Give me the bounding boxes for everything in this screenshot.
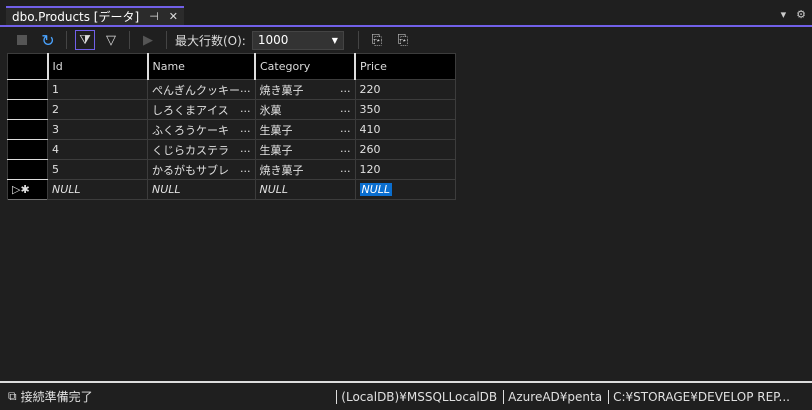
cell-id[interactable]: NULL [47,179,148,200]
cell-name[interactable]: NULL [147,179,256,200]
corner-header[interactable] [7,53,49,80]
table-row[interactable]: 5 かるがもサブレ... 焼き菓子... 120 [7,159,456,180]
cell-price[interactable]: 410 [354,119,456,140]
separator [129,31,130,49]
ellipsis-button[interactable]: ... [240,102,251,118]
cell-name-text: ぺんぎんクッキー [152,83,240,97]
cell-name[interactable]: しろくまアイス... [147,99,256,120]
row-header[interactable] [7,99,48,120]
cell-id[interactable]: 5 [47,159,148,180]
tab-title: dbo.Products [データ] [12,10,140,24]
column-header-id[interactable]: Id [47,53,149,80]
max-rows-value: 1000 [257,33,289,47]
dropdown-icon[interactable]: ▾ [781,8,787,21]
cell-price[interactable]: 120 [354,159,456,180]
status-bar: ⧉ 接続準備完了 (LocalDB)¥MSSQLLocalDB AzureAD¥… [0,381,812,410]
max-rows-select[interactable]: 1000 ▼ [251,30,344,50]
max-rows-label: 最大行数(O): [175,33,246,48]
cell-category[interactable]: 生菓子... [254,139,356,160]
cell-price[interactable]: 260 [354,139,456,160]
ellipsis-button[interactable]: ... [340,102,351,118]
cell-price[interactable]: 220 [354,79,456,100]
new-row[interactable]: ▷✱ NULL NULL NULL NULL [7,179,456,200]
cell-name[interactable]: ぺんぎんクッキー... [147,79,256,100]
header-row: Id Name Category Price [7,53,456,80]
table-row[interactable]: 4 くじらカステラ... 生菓子... 260 [7,139,456,160]
cell-category-text: 氷菓 [259,103,282,117]
ellipsis-button[interactable]: ... [240,162,251,178]
column-header-name[interactable]: Name [147,53,256,80]
separator [166,31,167,49]
cell-category[interactable]: 氷菓... [254,99,356,120]
ellipsis-button[interactable]: ... [240,142,251,158]
cell-category-text: 生菓子 [259,123,293,137]
cell-id[interactable]: 1 [47,79,148,100]
data-grid: Id Name Category Price 1 ぺんぎんクッキー... 焼き菓… [7,53,456,200]
cell-category[interactable]: 焼き菓子... [254,159,356,180]
execute-icon[interactable]: ▶ [138,30,158,50]
cell-category[interactable]: 焼き菓子... [254,79,356,100]
refresh-icon[interactable]: ↻ [38,30,58,50]
cell-category-text: 生菓子 [259,143,293,157]
filter-icon[interactable]: ▽ [101,30,121,50]
table-row[interactable]: 1 ぺんぎんクッキー... 焼き菓子... 220 [7,79,456,100]
separator [66,31,67,49]
cell-id[interactable]: 4 [47,139,148,160]
gear-icon[interactable]: ⚙ [796,8,806,21]
cell-category[interactable]: NULL [254,179,356,200]
pin-icon[interactable]: ⊣ [149,10,159,23]
new-row-icon: ▷✱ [7,179,48,200]
separator [357,31,359,49]
filter-applied-icon[interactable]: ⧩ [75,30,95,50]
ellipsis-button[interactable]: ... [240,82,251,98]
status-server: (LocalDB)¥MSSQLLocalDB [336,389,497,404]
cell-name[interactable]: くじらカステラ... [147,139,256,160]
selected-cell-text: NULL [359,183,393,196]
status-user: AzureAD¥penta [503,389,602,404]
cell-price[interactable]: NULL [354,179,456,200]
ellipsis-button[interactable]: ... [340,142,351,158]
stop-icon[interactable] [12,30,32,50]
table-row[interactable]: 2 しろくまアイス... 氷菓... 350 [7,99,456,120]
toolbar: ↻ ⧩ ▽ ▶ 最大行数(O): 1000 ▼ ⎘ ⎘ [0,29,812,51]
column-header-category[interactable]: Category [254,53,356,80]
cell-category-text: 焼き菓子 [259,83,304,97]
script-icon[interactable]: ⎘ [367,30,387,50]
ellipsis-button[interactable]: ... [340,82,351,98]
cell-name[interactable]: ふくろうケーキ... [147,119,256,140]
cell-name[interactable]: かるがもサブレ... [147,159,256,180]
tab-bar: dbo.Products [データ] ⊣ ✕ ▾ ⚙ [0,0,812,27]
table-row[interactable]: 3 ふくろうケーキ... 生菓子... 410 [7,119,456,140]
column-header-price[interactable]: Price [354,53,456,80]
row-header[interactable] [7,159,48,180]
cell-name-text: かるがもサブレ [152,163,229,177]
cell-name-text: くじらカステラ [152,143,229,157]
status-path: C:¥STORAGE¥DEVELOP REP... [608,389,790,404]
cell-name-text: ふくろうケーキ [152,123,229,137]
cell-id[interactable]: 3 [47,119,148,140]
cell-id[interactable]: 2 [47,99,148,120]
script-file-icon[interactable]: ⎘ [393,30,413,50]
ellipsis-button[interactable]: ... [340,122,351,138]
row-header[interactable] [7,79,48,100]
close-icon[interactable]: ✕ [169,10,178,23]
status-text: 接続準備完了 [20,390,93,404]
row-header[interactable] [7,119,48,140]
cell-category[interactable]: 生菓子... [254,119,356,140]
cell-category-text: 焼き菓子 [259,163,304,177]
ellipsis-button[interactable]: ... [240,122,251,138]
chevron-down-icon: ▼ [331,35,338,45]
cell-price[interactable]: 350 [354,99,456,120]
connection-icon: ⧉ [8,389,17,403]
ellipsis-button[interactable]: ... [340,162,351,178]
row-header[interactable] [7,139,48,160]
tab-products-data[interactable]: dbo.Products [データ] ⊣ ✕ [6,6,184,25]
cell-name-text: しろくまアイス [152,103,229,117]
